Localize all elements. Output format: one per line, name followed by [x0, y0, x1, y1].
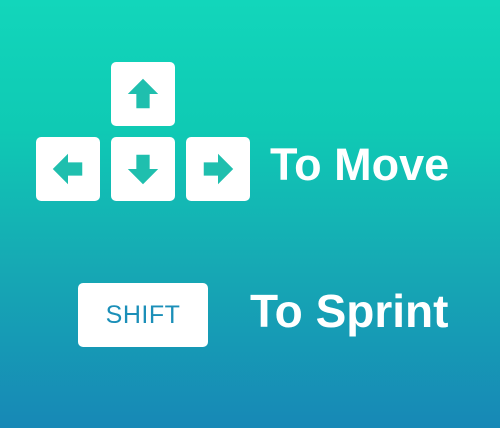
arrow-right-icon — [203, 153, 234, 185]
controls-screen: To Move SHIFT To Sprint — [0, 0, 500, 428]
arrow-up-icon — [127, 78, 159, 109]
sprint-label: To Sprint — [250, 285, 449, 337]
shift-key-label: SHIFT — [105, 300, 181, 329]
move-label: To Move — [270, 139, 450, 190]
right-arrow-key — [186, 137, 250, 201]
arrow-left-icon — [52, 153, 83, 185]
arrow-down-icon — [127, 154, 159, 185]
left-arrow-key — [36, 137, 100, 201]
down-arrow-key — [111, 137, 175, 201]
up-arrow-key — [111, 62, 175, 126]
shift-key: SHIFT — [78, 283, 208, 347]
